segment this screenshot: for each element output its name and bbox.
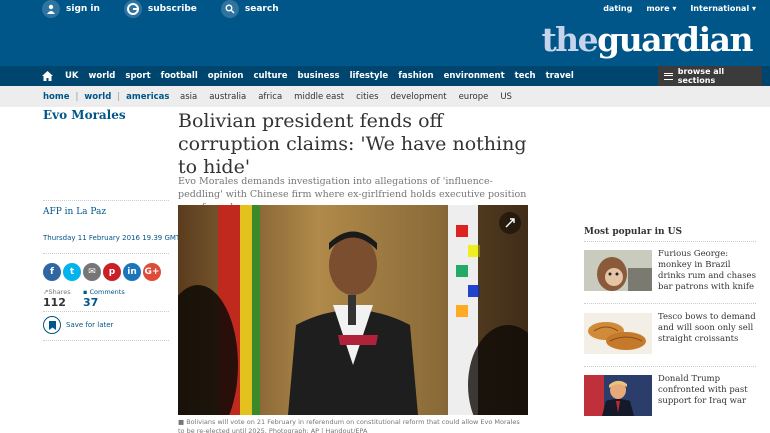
chevron-down-icon: ▾ (751, 3, 756, 13)
divider (584, 303, 756, 304)
section-uk[interactable]: UK (65, 71, 79, 81)
most-popular-item[interactable]: Tesco bows to demand and will soon only … (584, 312, 756, 359)
subscribe-label: subscribe (147, 4, 197, 14)
top-right-nav: dating more ▾ International ▾ (589, 0, 756, 16)
most-popular-headline: Tesco bows to demand and will soon only … (658, 312, 756, 344)
section-football[interactable]: football (161, 71, 198, 81)
guardian-g-icon (123, 0, 142, 18)
photo-caption: ■ Bolivians will vote on 21 February in … (178, 418, 520, 433)
croissants-thumbnail (584, 313, 652, 354)
breadcrumb-home[interactable]: home (43, 92, 70, 102)
user-icon (42, 0, 60, 18)
shares-value: 112 (43, 296, 66, 309)
logo-guardian: guardian (597, 20, 753, 59)
search-link[interactable]: search (220, 0, 279, 18)
comments-label: ▪ Comments (83, 288, 125, 296)
section-lifestyle[interactable]: lifestyle (350, 71, 389, 81)
facebook-icon[interactable]: f (43, 263, 61, 281)
edition-menu[interactable]: International ▾ (690, 4, 756, 13)
subsection-asia[interactable]: asia (180, 92, 197, 102)
search-label: search (244, 4, 279, 14)
email-icon[interactable]: ✉ (83, 263, 101, 281)
subscribe-link[interactable]: subscribe (123, 0, 197, 18)
save-for-later-button[interactable]: Save for later (43, 316, 113, 334)
twitter-icon[interactable]: t (63, 263, 81, 281)
breadcrumb-separator: | (117, 91, 121, 102)
subsection-europe[interactable]: europe (459, 92, 489, 102)
section-travel[interactable]: travel (546, 71, 574, 81)
subsection-links: asia australia africa middle east cities… (180, 86, 524, 107)
subsection-development[interactable]: development (391, 92, 447, 102)
save-label: Save for later (66, 321, 114, 329)
share-count: ↗Shares 112 (43, 288, 71, 309)
breadcrumb-americas[interactable]: americas (126, 92, 169, 102)
divider (43, 253, 169, 254)
breadcrumb-separator: | (75, 91, 79, 102)
divider (43, 311, 169, 312)
share-buttons: f t ✉ p in G+ (43, 263, 163, 281)
subsection-middle-east[interactable]: middle east (294, 92, 344, 102)
publish-date: Thursday 11 February 2016 19.39 GMT (43, 234, 181, 242)
most-popular-heading: Most popular in US (584, 227, 683, 237)
section-fashion[interactable]: fashion (398, 71, 433, 81)
search-icon (220, 0, 239, 18)
more-menu[interactable]: more ▾ (646, 4, 676, 13)
home-icon[interactable] (38, 66, 56, 86)
sign-in-link[interactable]: sign in (42, 0, 100, 18)
shares-label: ↗Shares (43, 288, 71, 296)
subsection-us[interactable]: US (500, 92, 512, 102)
sub-nav: home | world | americas asia australia a… (0, 86, 770, 107)
chevron-down-icon: ▾ (672, 3, 677, 13)
divider (43, 340, 169, 341)
pinterest-icon[interactable]: p (103, 263, 121, 281)
byline[interactable]: AFP in La Paz (43, 207, 106, 217)
article-headline: Bolivian president fends off corruption … (178, 110, 527, 178)
section-world[interactable]: world (89, 71, 116, 81)
comments-value: 37 (83, 296, 99, 309)
comment-count[interactable]: ▪ Comments 37 (83, 288, 125, 309)
edition-label: International (690, 3, 750, 13)
section-business[interactable]: business (298, 71, 340, 81)
photo-illustration (178, 205, 528, 415)
top-nav: sign in subscribe search (42, 0, 293, 18)
subsection-cities[interactable]: cities (356, 92, 378, 102)
browse-all-label: browse all sections (677, 67, 725, 85)
subsection-africa[interactable]: africa (258, 92, 282, 102)
subsection-australia[interactable]: australia (209, 92, 246, 102)
sign-in-label: sign in (66, 4, 100, 14)
article-keyword[interactable]: Evo Morales (43, 108, 126, 122)
most-popular-headline: Furious George: monkey in Brazil drinks … (658, 249, 756, 292)
section-nav: UK world sport football opinion culture … (0, 66, 770, 86)
section-culture[interactable]: culture (253, 71, 287, 81)
section-environment[interactable]: environment (444, 71, 505, 81)
google-plus-icon[interactable]: G+ (143, 263, 161, 281)
trump-thumbnail (584, 375, 652, 416)
linkedin-icon[interactable]: in (123, 263, 141, 281)
most-popular-headline: Donald Trump confronted with past suppor… (658, 374, 748, 406)
dating-link[interactable]: dating (603, 4, 632, 13)
most-popular-item[interactable]: Furious George: monkey in Brazil drinks … (584, 249, 756, 296)
menu-icon (664, 72, 673, 80)
most-popular-item[interactable]: Donald Trump confronted with past suppor… (584, 374, 756, 421)
expand-icon[interactable] (499, 212, 521, 234)
breadcrumb: home | world | americas (43, 86, 169, 107)
section-opinion[interactable]: opinion (208, 71, 244, 81)
divider (584, 366, 756, 367)
browse-all-button[interactable]: browse all sections (658, 66, 762, 86)
logo-the: the (541, 20, 598, 59)
divider (43, 200, 169, 201)
more-label: more (646, 3, 670, 13)
divider (584, 241, 756, 242)
section-sport[interactable]: sport (125, 71, 150, 81)
bookmark-icon (43, 316, 61, 334)
camera-icon: ■ (178, 418, 187, 426)
section-tech[interactable]: tech (515, 71, 536, 81)
breadcrumb-world[interactable]: world (84, 92, 111, 102)
guardian-logo[interactable]: theguardian (541, 20, 753, 59)
site-header: sign in subscribe search dating more ▾ I… (0, 0, 770, 66)
monkey-thumbnail (584, 250, 652, 291)
main-photo[interactable] (178, 205, 528, 415)
